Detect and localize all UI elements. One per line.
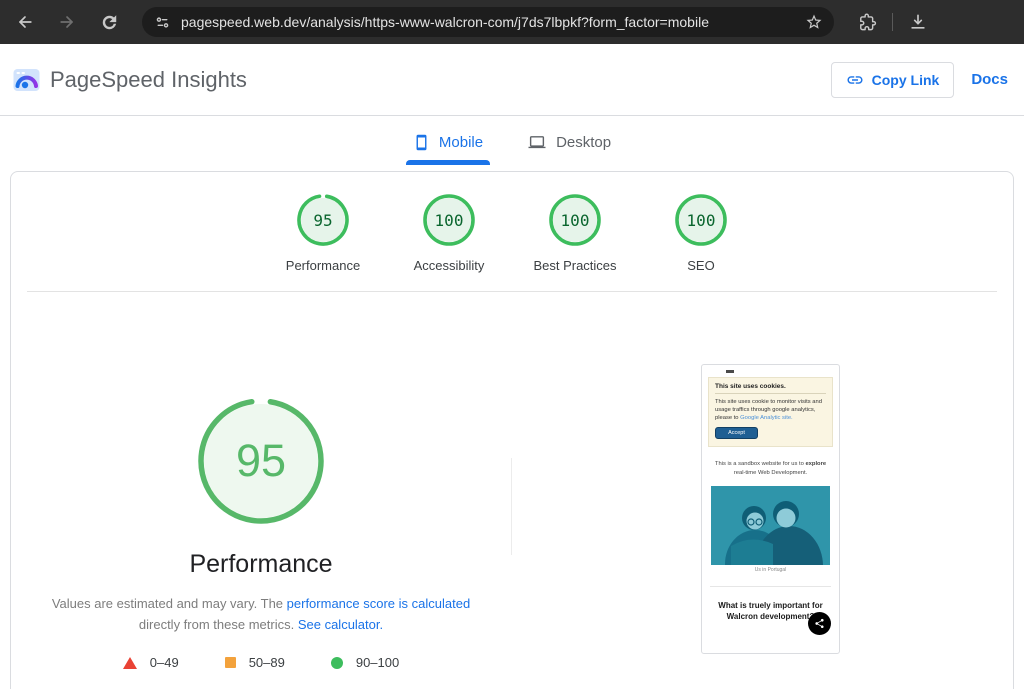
intro-before: This is a sandbox website for us to bbox=[715, 461, 806, 467]
green-circle-icon bbox=[331, 657, 343, 669]
score-summary-performance[interactable]: 95 Performance bbox=[260, 193, 386, 273]
link-icon bbox=[846, 71, 864, 89]
red-triangle-icon bbox=[123, 657, 137, 669]
score-label: Best Practices bbox=[533, 258, 616, 273]
intro-after: real-time Web Development. bbox=[734, 470, 807, 476]
score-value: 100 bbox=[422, 193, 476, 247]
legend-item-pass: 90–100 bbox=[331, 655, 399, 670]
cookie-body: This site uses cookie to monitor visits … bbox=[715, 398, 826, 422]
cookie-title: This site uses cookies. bbox=[715, 383, 826, 390]
description-text: directly from these metrics. bbox=[139, 617, 298, 632]
tab-mobile[interactable]: Mobile bbox=[408, 123, 488, 162]
score-gauge-seo: 100 bbox=[674, 193, 728, 247]
score-summary-accessibility[interactable]: 100 Accessibility bbox=[386, 193, 512, 273]
couple-photo bbox=[711, 486, 830, 565]
toolbar-separator bbox=[892, 13, 893, 31]
thumb-cookie-banner: This site uses cookies. This site uses c… bbox=[708, 377, 833, 447]
refresh-icon[interactable] bbox=[92, 5, 126, 39]
score-summary-best-practices[interactable]: 100 Best Practices bbox=[512, 193, 638, 273]
legend-item-fail: 0–49 bbox=[123, 655, 179, 670]
site-screenshot-thumbnail[interactable]: This site uses cookies. This site uses c… bbox=[701, 364, 840, 654]
performance-score-link[interactable]: performance score is calculated bbox=[287, 596, 471, 611]
back-icon[interactable] bbox=[8, 5, 42, 39]
performance-gauge-column: 95 Performance Values are estimated and … bbox=[11, 292, 511, 670]
app-header: PageSpeed Insights Copy Link Docs bbox=[0, 44, 1024, 116]
thumb-divider bbox=[710, 586, 831, 587]
gauge-value: 95 bbox=[196, 396, 326, 526]
thumb-intro-text: This is a sandbox website for us to expl… bbox=[714, 460, 827, 478]
pagespeed-logo-icon bbox=[13, 68, 40, 92]
score-gauge-best-practices: 100 bbox=[548, 193, 602, 247]
score-gauge-performance: 95 bbox=[296, 193, 350, 247]
tab-mobile-label: Mobile bbox=[439, 134, 483, 151]
score-value: 100 bbox=[548, 193, 602, 247]
browser-toolbar: pagespeed.web.dev/analysis/https-www-wal… bbox=[0, 0, 1024, 44]
intro-bold: explore bbox=[805, 461, 826, 467]
download-icon[interactable] bbox=[908, 12, 928, 32]
thumb-menu-icon bbox=[726, 370, 734, 373]
cookie-analytics-link: Google Analytic site. bbox=[740, 415, 793, 421]
score-label: Performance bbox=[286, 258, 360, 273]
forward-icon[interactable] bbox=[50, 5, 84, 39]
score-label: Accessibility bbox=[414, 258, 485, 273]
score-value: 100 bbox=[674, 193, 728, 247]
copy-link-button[interactable]: Copy Link bbox=[831, 62, 955, 98]
tab-desktop[interactable]: Desktop bbox=[522, 123, 616, 162]
cookie-accept-button: Accept bbox=[715, 427, 758, 439]
see-calculator-link[interactable]: See calculator. bbox=[298, 617, 383, 632]
performance-main-gauge: 95 bbox=[196, 396, 326, 526]
address-bar[interactable]: pagespeed.web.dev/analysis/https-www-wal… bbox=[142, 7, 834, 37]
legend-range: 90–100 bbox=[356, 655, 399, 670]
gauge-title: Performance bbox=[11, 550, 511, 579]
device-tabbar: Mobile Desktop bbox=[0, 116, 1024, 171]
site-info-icon[interactable] bbox=[154, 14, 171, 31]
photo-caption: Us in Portugal bbox=[702, 567, 839, 573]
thumb-question-block: What is truely important for Walcron dev… bbox=[716, 600, 825, 622]
smartphone-icon bbox=[413, 134, 430, 151]
legend-item-average: 50–89 bbox=[225, 655, 285, 670]
description-text: Values are estimated and may vary. The bbox=[52, 596, 287, 611]
column-divider bbox=[511, 458, 512, 555]
score-description: Values are estimated and may vary. The p… bbox=[31, 593, 491, 635]
score-value: 95 bbox=[296, 193, 350, 247]
url-text[interactable]: pagespeed.web.dev/analysis/https-www-wal… bbox=[181, 14, 800, 30]
score-summary-seo[interactable]: 100 SEO bbox=[638, 193, 764, 273]
legend-range: 50–89 bbox=[249, 655, 285, 670]
score-legend: 0–49 50–89 90–100 bbox=[11, 655, 511, 670]
laptop-icon bbox=[527, 134, 547, 151]
orange-square-icon bbox=[225, 657, 236, 668]
bookmark-star-icon[interactable] bbox=[800, 8, 828, 36]
tab-desktop-label: Desktop bbox=[556, 134, 611, 151]
performance-report-section: 95 Performance Values are estimated and … bbox=[11, 292, 1013, 689]
page-title: PageSpeed Insights bbox=[50, 67, 247, 93]
share-icon bbox=[808, 612, 831, 635]
score-label: SEO bbox=[687, 258, 714, 273]
report-card: 95 Performance 100 Accessibility 100 bbox=[10, 171, 1014, 689]
copy-link-label: Copy Link bbox=[872, 72, 940, 88]
score-gauge-accessibility: 100 bbox=[422, 193, 476, 247]
category-scores-row: 95 Performance 100 Accessibility 100 bbox=[11, 172, 1013, 273]
docs-link[interactable]: Docs bbox=[971, 71, 1008, 88]
extensions-icon[interactable] bbox=[858, 13, 877, 32]
legend-range: 0–49 bbox=[150, 655, 179, 670]
